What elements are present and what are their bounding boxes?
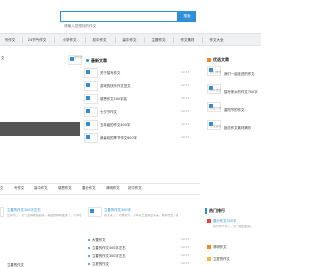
bullet-icon: [88, 263, 90, 265]
latest-item-2[interactable]: 感恩作文500字高: [100, 97, 172, 101]
hot-desc-0: 春分时节到了，天气暖和起来。: [213, 225, 254, 228]
tab-4[interactable]: 春分作文: [82, 186, 96, 190]
bullet-icon: [88, 239, 90, 241]
image-icon: [86, 70, 90, 74]
rec-item-2[interactable]: 重阳节的作文: [224, 108, 261, 112]
nav-item-0[interactable]: 写作文: [0, 34, 20, 46]
rec-thumb-caption-2: 重阳节作文: [210, 107, 221, 110]
latest-title: 最新文章: [91, 58, 107, 63]
image-icon: [86, 109, 90, 113]
hot-item-0[interactable]: 春分作文300字: [213, 219, 259, 223]
latest-item-1[interactable]: 游戏的快乐作文范文: [100, 84, 172, 88]
list2-date-3: 12-17: [181, 254, 190, 257]
section-marker-icon: [205, 208, 207, 214]
image-icon: [90, 209, 94, 213]
latest-date-5: 12-17: [181, 136, 190, 139]
recommended-title: 优选文章: [213, 57, 229, 62]
rec-item-1[interactable]: 描写家乡的作文700字: [224, 90, 261, 94]
tabs-top-divider: [0, 183, 200, 184]
list1-thumb-0[interactable]: [0, 207, 4, 217]
rec-thumb-caption-1: 家乡作文: [210, 89, 221, 92]
bullet-icon: [88, 247, 90, 249]
list1-title-0[interactable]: 立春的作文300字左右: [7, 208, 71, 212]
nav-item-1[interactable]: 24节气作文: [24, 34, 50, 46]
list1-title-1[interactable]: 立春的作文: [7, 263, 71, 267]
latest-date-1: 12-17: [181, 84, 190, 87]
rank-3-icon: [207, 257, 211, 261]
search-button[interactable]: 搜索: [178, 11, 196, 22]
slideshow-caption: 文: [1, 56, 5, 60]
list1-desc-0: 立春到了，天气变得暖和起来，路边的柳树发芽了，小草也钻出了地面: [7, 214, 81, 217]
latest-thumb-1[interactable]: [84, 81, 98, 91]
rank-2-icon: [207, 245, 211, 249]
search-input[interactable]: [61, 21, 183, 31]
image-icon: [86, 96, 90, 100]
list2-desc-0: 春天来了，万物复苏，小草从土里探出头来，柳树长出了嫩芽: [104, 214, 178, 217]
latest-item-0[interactable]: 关于描写作文: [100, 71, 162, 75]
list2-date-2: 12-17: [181, 246, 190, 249]
hot-item-1[interactable]: 清明作文: [213, 245, 259, 249]
rec-item-3[interactable]: 励志作文素材摘抄: [224, 126, 261, 130]
rec-thumb-caption-3: 作文素材: [210, 125, 221, 128]
latest-thumb-2[interactable]: [84, 94, 98, 104]
nav-item-3[interactable]: 初中作文: [86, 34, 113, 46]
image-icon: [86, 135, 90, 139]
tab-6[interactable]: 初中作文: [128, 186, 142, 190]
hot-item-2[interactable]: 立夏的作文: [213, 257, 259, 261]
nav-item-6[interactable]: 作文素材: [174, 34, 201, 46]
latest-item-5[interactable]: 我喜欢的季节作文600字: [100, 136, 172, 140]
tab-1[interactable]: 写作文: [14, 186, 24, 190]
latest-date-3: 12-17: [181, 110, 190, 113]
latest-item-3[interactable]: 七夕节作文: [100, 110, 172, 114]
tab-3[interactable]: 感恩作文: [58, 186, 72, 190]
search-input-wrapper[interactable]: [60, 11, 183, 31]
tab-2[interactable]: 高中作文: [34, 186, 48, 190]
tabs-bottom-divider: [0, 194, 200, 195]
slideshow-caption-bar: [0, 122, 80, 136]
latest-item-4[interactable]: 五年级的作文400字: [100, 123, 172, 127]
main-nav: 写作文 24节气作文 小学作文 初中作文 高中作文 主题作文 作文素材 作文大全: [0, 33, 261, 46]
slideshow-thumb-caption: 学作文: [74, 56, 83, 59]
image-icon: [86, 83, 90, 87]
section-bullet-icon: [207, 58, 211, 62]
rec-thumb-caption-0: 我们学作文: [210, 71, 221, 74]
nav-item-7[interactable]: 作文大全: [203, 34, 230, 46]
latest-thumb-3[interactable]: [84, 107, 98, 117]
rank-1-icon: [207, 219, 211, 223]
image-icon: [86, 122, 90, 126]
section-bullet-icon: [86, 59, 89, 62]
latest-date-0: 12-17: [181, 71, 190, 74]
latest-thumb-0[interactable]: [84, 68, 98, 78]
rec-item-0[interactable]: 我们一起走进的作文: [224, 72, 261, 76]
list2-thumb-0[interactable]: [88, 207, 102, 217]
list2-date-1: 12-17: [181, 238, 190, 241]
list2-item-2[interactable]: 立春的作文400字左右: [92, 246, 162, 250]
list2-item-1[interactable]: 大雪作文: [92, 238, 162, 242]
latest-thumb-4[interactable]: [84, 120, 98, 130]
list2-date-4: 12-17: [181, 262, 190, 265]
hot-title: 热门排行: [209, 208, 225, 213]
latest-date-2: 12-17: [181, 97, 190, 100]
tab-5[interactable]: 清明作文: [106, 186, 120, 190]
nav-item-4[interactable]: 高中作文: [116, 34, 143, 46]
tab-0[interactable]: 文: [0, 186, 3, 190]
bullet-icon: [88, 255, 90, 257]
latest-thumb-5[interactable]: [84, 133, 98, 143]
list2-title-0[interactable]: 立春的作文300字: [104, 208, 176, 212]
nav-item-5[interactable]: 主题作文: [145, 34, 172, 46]
latest-date-4: 12-17: [181, 123, 190, 126]
list2-item-4[interactable]: 立夏的作文: [92, 262, 162, 266]
nav-item-2[interactable]: 小学作文: [56, 34, 83, 46]
list2-item-3[interactable]: 立春的作文300字左右: [92, 254, 162, 258]
